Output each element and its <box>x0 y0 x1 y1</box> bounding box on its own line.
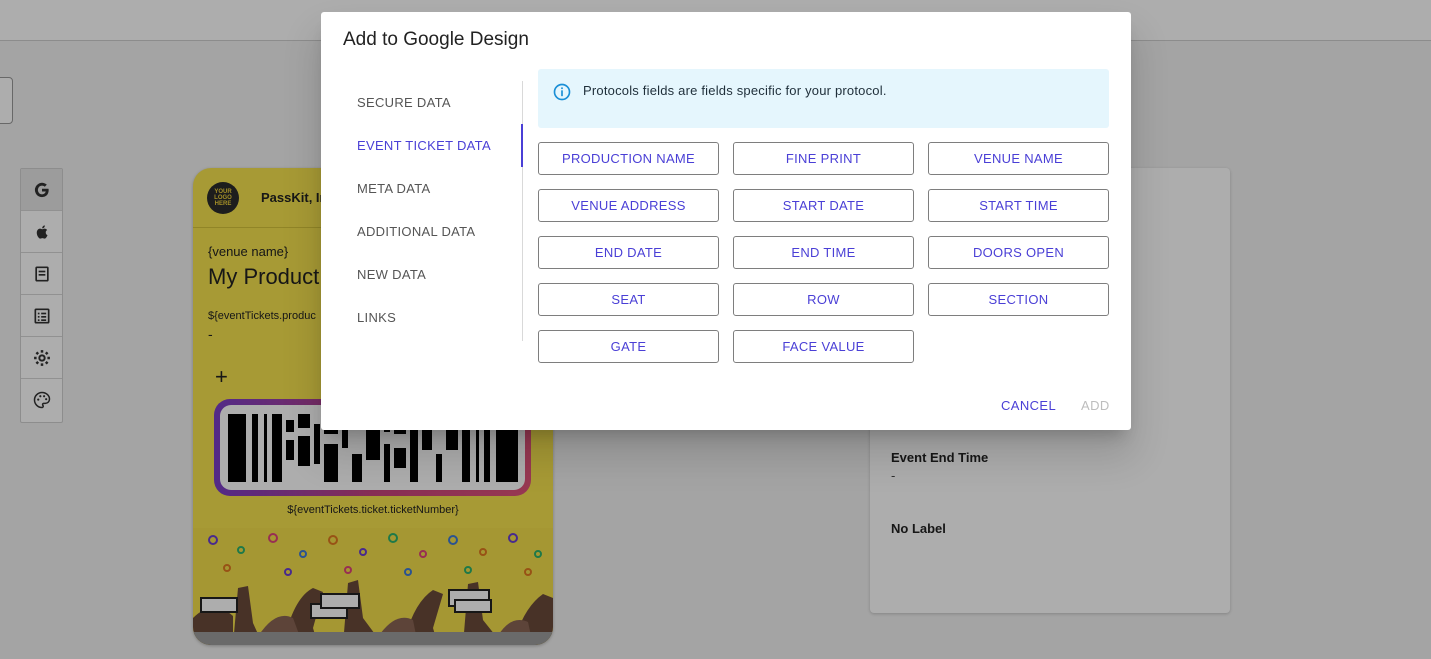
fine-print-button[interactable]: FINE PRINT <box>733 142 914 175</box>
tab-new-data[interactable]: NEW DATA <box>343 253 522 296</box>
end-time-button[interactable]: END TIME <box>733 236 914 269</box>
tab-secure-data[interactable]: SECURE DATA <box>343 81 522 124</box>
end-date-button[interactable]: END DATE <box>538 236 719 269</box>
gate-button[interactable]: GATE <box>538 330 719 363</box>
info-text: Protocols fields are fields specific for… <box>583 83 887 98</box>
tab-additional-data[interactable]: ADDITIONAL DATA <box>343 210 522 253</box>
field-button-grid: PRODUCTION NAME FINE PRINT VENUE NAME VE… <box>538 142 1109 363</box>
venue-address-button[interactable]: VENUE ADDRESS <box>538 189 719 222</box>
venue-name-button[interactable]: VENUE NAME <box>928 142 1109 175</box>
tab-meta-data[interactable]: META DATA <box>343 167 522 210</box>
section-button[interactable]: SECTION <box>928 283 1109 316</box>
face-value-button[interactable]: FACE VALUE <box>733 330 914 363</box>
dialog-title: Add to Google Design <box>343 29 529 50</box>
tab-links[interactable]: LINKS <box>343 296 522 339</box>
add-field-dialog: Add to Google Design SECURE DATA EVENT T… <box>321 12 1131 430</box>
start-time-button[interactable]: START TIME <box>928 189 1109 222</box>
doors-open-button[interactable]: DOORS OPEN <box>928 236 1109 269</box>
info-icon <box>553 83 571 101</box>
start-date-button[interactable]: START DATE <box>733 189 914 222</box>
cancel-button[interactable]: CANCEL <box>1001 398 1056 413</box>
row-button[interactable]: ROW <box>733 283 914 316</box>
tab-event-ticket-data[interactable]: EVENT TICKET DATA <box>343 124 523 167</box>
seat-button[interactable]: SEAT <box>538 283 719 316</box>
info-banner: Protocols fields are fields specific for… <box>538 69 1109 128</box>
production-name-button[interactable]: PRODUCTION NAME <box>538 142 719 175</box>
add-button[interactable]: ADD <box>1081 398 1110 413</box>
data-category-tabs: SECURE DATA EVENT TICKET DATA META DATA … <box>343 81 523 341</box>
